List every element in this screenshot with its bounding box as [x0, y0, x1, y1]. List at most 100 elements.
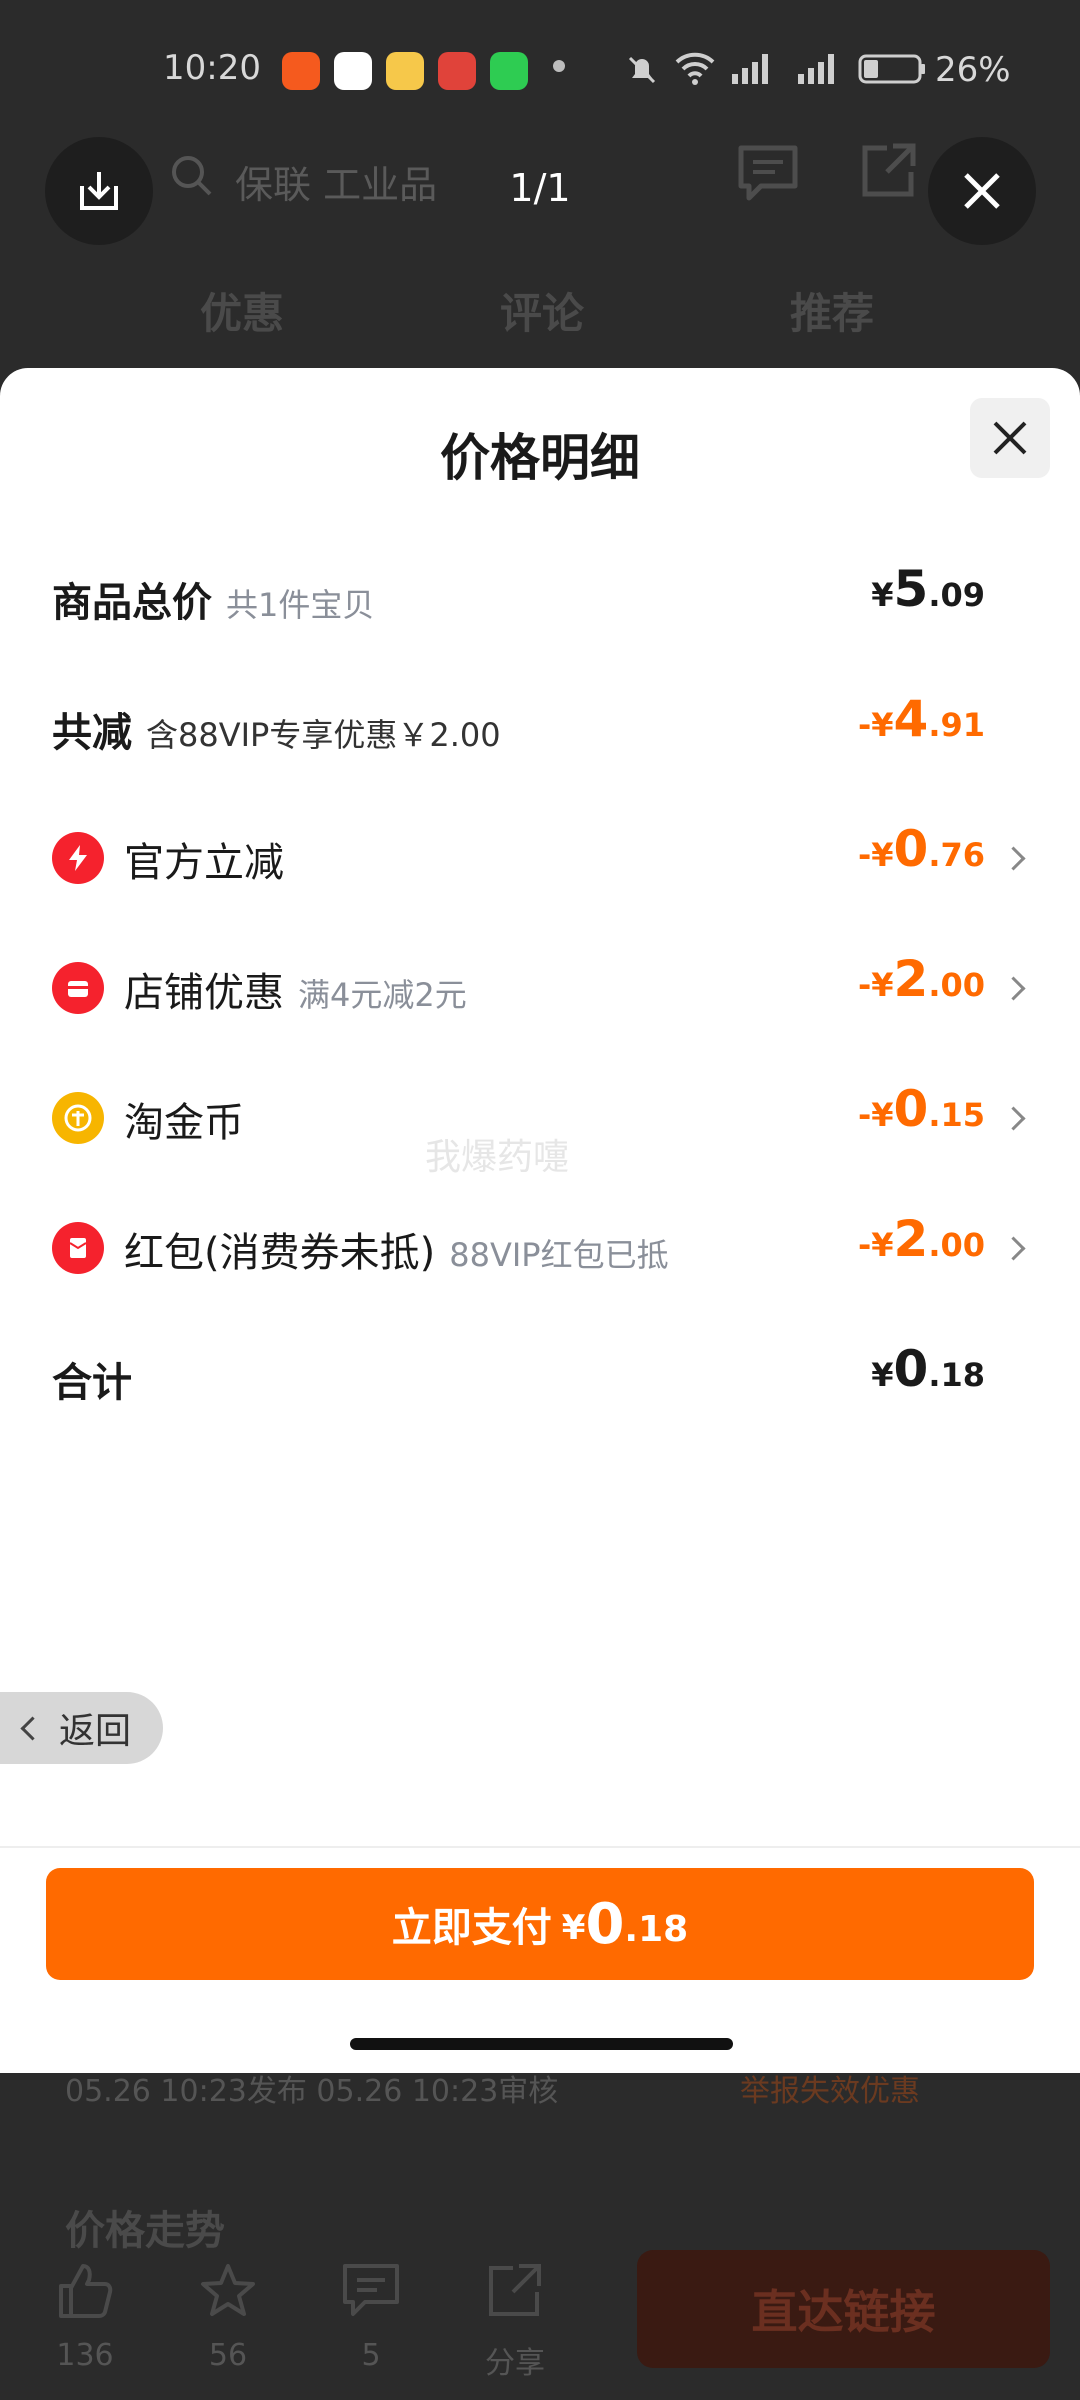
page-counter: 1/1 [509, 166, 571, 210]
amount-dec: .15 [928, 1096, 985, 1134]
pay-label: 立即支付 [391, 1905, 552, 1951]
amount-dec: .76 [928, 836, 985, 874]
amount-dec: .18 [928, 1356, 985, 1394]
row-label: 官方立减 [124, 840, 284, 886]
home-indicator[interactable] [350, 2038, 733, 2050]
download-button[interactable] [45, 137, 153, 245]
amount-dec: .00 [928, 1226, 985, 1264]
row-amount: ¥5.09 [871, 560, 985, 618]
pay-now-button[interactable]: 立即支付 ¥ 0 .18 [46, 1868, 1034, 1980]
total-goods-price-row: 商品总价 共1件宝贝 ¥5.09 [0, 558, 1080, 638]
row-sub: 含88VIP专享优惠￥2.00 [146, 716, 501, 754]
coin-icon [52, 1092, 104, 1144]
row-amount: -¥4.91 [858, 690, 985, 748]
divider [0, 1846, 1080, 1848]
close-icon [993, 421, 1027, 455]
amount-int: 0 [893, 1080, 929, 1138]
app-notification-icon [490, 52, 528, 90]
amount-int: 2 [893, 1210, 929, 1268]
direct-link-button[interactable]: 直达链接 [637, 2250, 1050, 2368]
official-discount-row[interactable]: 官方立减 -¥0.76 [0, 818, 1080, 898]
currency-symbol: -¥ [857, 1226, 894, 1264]
row-sub: 共1件宝贝 [226, 586, 375, 624]
amount-int: 2 [893, 950, 929, 1008]
amount-dec: .91 [928, 706, 985, 744]
amount-int: 0 [893, 1340, 929, 1398]
currency-symbol: -¥ [857, 966, 894, 1004]
price-detail-sheet: 价格明细 商品总价 共1件宝贝 ¥5.09 共减 含88VIP专享优惠￥2.00 -… [0, 368, 1080, 2073]
currency-symbol: ¥ [561, 1908, 586, 1948]
tab-recommend[interactable]: 推荐 [790, 280, 874, 341]
total-discount-row: 共减 含88VIP专享优惠￥2.00 -¥4.91 [0, 688, 1080, 768]
tab-discount[interactable]: 优惠 [200, 280, 284, 341]
total-row: 合计 ¥0.18 [0, 1338, 1080, 1418]
red-packet-icon [52, 1222, 104, 1274]
amount-int: 0 [585, 1891, 625, 1957]
signal-icon [798, 54, 834, 84]
row-amount: -¥2.00 [858, 950, 985, 1008]
close-icon [964, 173, 1000, 209]
battery-percent: 26% [935, 50, 1011, 90]
search-icon [172, 156, 212, 196]
amount-dec: .09 [928, 576, 985, 614]
row-amount: ¥0.18 [871, 1340, 985, 1398]
sheet-close-button[interactable] [970, 398, 1050, 478]
red-packet-row[interactable]: 红包(消费券未抵) 88VIP红包已抵 -¥2.00 [0, 1208, 1080, 1288]
publish-info: 05.26 10:23发布 05.26 10:23审核 [65, 2074, 559, 2109]
currency-symbol: -¥ [857, 706, 894, 744]
row-label: 商品总价 共1件宝贝 [52, 570, 374, 628]
share-label: 分享 [485, 2346, 545, 2381]
like-count: 136 [56, 2338, 114, 2373]
favorite-count: 56 [208, 2338, 248, 2373]
signal-icon [732, 54, 768, 84]
watermark: 我爆药嚏 [425, 1137, 570, 1178]
amount-int: 5 [893, 560, 929, 618]
search-text: 保联 工业品 [235, 163, 438, 207]
favorite-button[interactable]: 56 [183, 2262, 273, 2373]
app-notification-icon [334, 52, 372, 90]
back-button[interactable]: 返回 [0, 1692, 163, 1764]
status-time: 10:20 [163, 48, 261, 88]
chevron-left-icon [20, 1715, 45, 1741]
app-notification-icon [438, 52, 476, 90]
shop-icon [52, 962, 104, 1014]
wifi-icon [675, 52, 715, 85]
sheet-title: 价格明细 [440, 429, 640, 487]
report-link[interactable]: 举报失效优惠 [740, 2066, 920, 2110]
share-icon[interactable] [857, 140, 919, 202]
like-button[interactable]: 136 [40, 2262, 130, 2373]
comment-icon [343, 2264, 399, 2316]
row-label-text: 共减 [52, 710, 132, 756]
amount-int: 0 [893, 820, 929, 878]
amount-dec: .00 [928, 966, 985, 1004]
row-sub: 88VIP红包已抵 [449, 1236, 669, 1274]
row-label: 共减 含88VIP专享优惠￥2.00 [52, 700, 501, 758]
download-icon [80, 172, 118, 210]
row-amount: -¥0.15 [858, 1080, 985, 1138]
shop-discount-row[interactable]: 店铺优惠 满4元减2元 -¥2.00 [0, 948, 1080, 1028]
star-icon [201, 2264, 255, 2316]
row-sub: 满4元减2元 [298, 976, 467, 1014]
close-viewer-button[interactable] [928, 137, 1036, 245]
currency-symbol: -¥ [857, 836, 894, 874]
thumbs-up-icon [59, 2264, 113, 2318]
tab-comments[interactable]: 评论 [500, 280, 584, 341]
app-notification-icon [386, 52, 424, 90]
chevron-right-icon [1001, 1236, 1026, 1261]
status-bar: 10:20 26% [0, 30, 1080, 114]
row-label: 淘金币 [124, 1100, 244, 1146]
comment-button[interactable]: 5 [326, 2262, 416, 2373]
share-icon [489, 2264, 541, 2316]
app-notification-icon [282, 52, 320, 90]
currency-symbol: ¥ [871, 1356, 894, 1394]
share-button[interactable]: 分享 [470, 2262, 560, 2382]
row-label-text: 店铺优惠 [124, 970, 284, 1016]
message-icon[interactable] [735, 142, 801, 204]
row-label-text: 商品总价 [52, 580, 212, 626]
amount-int: 4 [893, 690, 929, 748]
amount-dec: .18 [624, 1908, 689, 1950]
row-label: 店铺优惠 满4元减2元 [124, 960, 467, 1018]
chevron-right-icon [1001, 1106, 1026, 1131]
row-label-text: 红包(消费券未抵) [124, 1230, 436, 1276]
mute-icon [628, 56, 656, 84]
